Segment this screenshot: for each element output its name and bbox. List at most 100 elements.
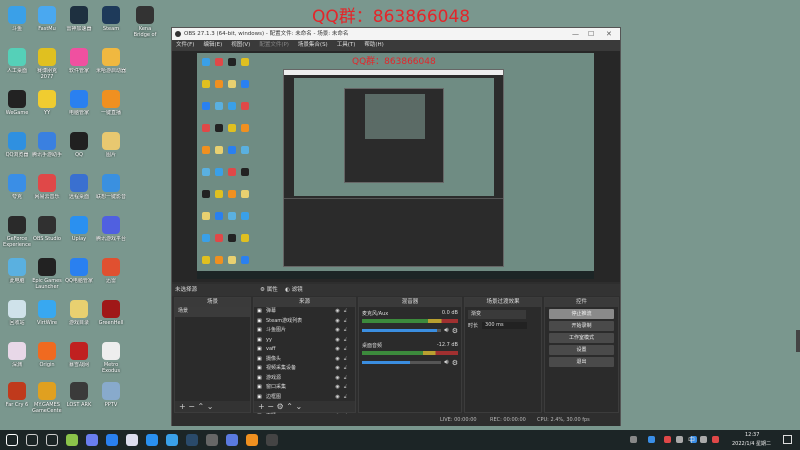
speaker-icon[interactable]: 🔊︎ [444, 326, 448, 335]
app-icon[interactable] [206, 434, 218, 446]
desktop-icon[interactable]: PPTV [96, 382, 126, 408]
settings-button[interactable]: 设置 [549, 345, 614, 355]
lock-icon[interactable]: 🔓︎ [344, 336, 347, 346]
source-item[interactable]: ▣ 斗鱼图片 ◉ 🔓︎ [254, 326, 355, 336]
desktop-icon[interactable]: 暴雪战网 [64, 342, 94, 368]
lock-icon[interactable]: 🔓︎ [344, 326, 347, 336]
visibility-eye-icon[interactable]: ◉ [335, 336, 339, 346]
minimize-button[interactable]: — [572, 28, 579, 40]
visibility-eye-icon[interactable]: ◉ [335, 383, 339, 393]
desktop-icon[interactable]: Far Cry 6 [2, 382, 32, 408]
ime-indicator[interactable]: 中 [688, 435, 695, 445]
visibility-eye-icon[interactable]: ◉ [335, 374, 339, 384]
tray-icon[interactable] [700, 436, 707, 443]
visibility-eye-icon[interactable]: ◉ [335, 317, 339, 327]
speaker-icon[interactable]: 🔊︎ [444, 358, 448, 367]
source-item[interactable]: ▣ 视频采集设备 ◉ 🔓︎ [254, 364, 355, 374]
exit-button[interactable]: 退出 [549, 357, 614, 367]
desktop-icon[interactable]: 腾讯游戏平台 [96, 216, 126, 242]
clock-time[interactable]: 12:37 [745, 432, 759, 438]
desktop-icon[interactable]: 网易云音乐 [32, 174, 62, 200]
clock-date[interactable]: 2022/1/4 星期二 [732, 440, 771, 447]
start-icon[interactable] [6, 434, 18, 446]
lock-icon[interactable]: 🔓︎ [344, 307, 347, 317]
desktop-icon[interactable]: 一键直播 [96, 90, 126, 116]
scrollbar-handle[interactable] [796, 330, 800, 352]
desktop-icon[interactable]: 回收站 [2, 300, 32, 326]
menu-file[interactable]: 文件(F) [176, 40, 194, 51]
scene-item[interactable]: 场景 [175, 307, 250, 317]
menu-view[interactable]: 视图(V) [231, 40, 250, 51]
visibility-eye-icon[interactable]: ◉ [335, 355, 339, 365]
tray-icon[interactable] [648, 436, 655, 443]
volume-slider[interactable] [362, 361, 442, 364]
search-icon[interactable] [26, 434, 38, 446]
desktop-icon[interactable]: YY [32, 90, 62, 116]
studio-mode-button[interactable]: 工作室模式 [549, 333, 614, 343]
desktop-icon[interactable]: 斗鱼 [2, 6, 32, 32]
task-view-icon[interactable] [46, 434, 58, 446]
source-settings-icon[interactable]: ⚙ [277, 402, 287, 411]
desktop-icon[interactable]: 软件管家 [64, 48, 94, 74]
app-icon[interactable] [66, 434, 78, 446]
desktop-icon[interactable]: Epic Games Launcher [32, 258, 62, 290]
desktop-icon[interactable]: LOST ARK [64, 382, 94, 408]
desktop-icon[interactable]: 远程桌面 [64, 174, 94, 200]
desktop-icon[interactable]: MY.GAMES GameCenter [32, 382, 62, 414]
menu-edit[interactable]: 编辑(E) [203, 40, 222, 51]
lock-icon[interactable]: 🔓︎ [344, 317, 347, 327]
desktop-icon[interactable]: GreenHell [96, 300, 126, 326]
desktop-icon[interactable]: 夸克 [2, 174, 32, 200]
tray-icon[interactable] [676, 436, 683, 443]
source-item[interactable]: ▣ Steam游戏列表 ◉ 🔓︎ [254, 317, 355, 327]
visibility-eye-icon[interactable]: ◉ [335, 345, 339, 355]
desktop-icon[interactable]: Steam [96, 6, 126, 32]
start-recording-button[interactable]: 开始录制 [549, 321, 614, 331]
properties-button[interactable]: ⚙ 属性 [260, 284, 278, 296]
lock-icon[interactable]: 🔓︎ [344, 355, 347, 365]
obs-icon[interactable] [266, 434, 278, 446]
tray-icon[interactable] [630, 436, 637, 443]
remove-scene-button[interactable]: − [188, 402, 197, 411]
desktop-icon[interactable]: 腾讯手游助手 [32, 132, 62, 158]
preview-canvas[interactable]: QQ群：863866048 [197, 53, 594, 279]
move-down-button[interactable]: ⌄ [207, 402, 214, 411]
desktop-icon[interactable]: 赛博朋克2077 [32, 48, 62, 80]
remove-source-button[interactable]: − [267, 402, 276, 411]
desktop-icon[interactable]: GeForce Experience [2, 216, 32, 248]
desktop-icon[interactable]: VirtWire [32, 300, 62, 326]
visibility-eye-icon[interactable]: ◉ [335, 326, 339, 336]
desktop-icon[interactable]: 电脑管家 [64, 90, 94, 116]
move-down-button[interactable]: ⌄ [295, 402, 302, 411]
desktop-icon[interactable]: 联想一键影音 [96, 174, 126, 200]
app-icon[interactable] [86, 434, 98, 446]
desktop-icon[interactable]: QQ浏览器 [2, 132, 32, 158]
desktop-icon[interactable]: Uplay [64, 216, 94, 242]
source-item[interactable]: ▣ vaff ◉ 🔓︎ [254, 345, 355, 355]
close-button[interactable]: ✕ [606, 28, 612, 40]
app-icon[interactable] [226, 434, 238, 446]
app-icon[interactable] [126, 434, 138, 446]
menu-help[interactable]: 帮助(H) [364, 40, 383, 51]
notification-icon[interactable] [783, 435, 792, 444]
stop-streaming-button[interactable]: 停止推流 [549, 309, 614, 319]
desktop-icon[interactable]: FastMu [32, 6, 62, 32]
desktop-icon[interactable]: 人工桌面 [2, 48, 32, 74]
desktop-icon[interactable]: QQ电脑管家 [64, 258, 94, 284]
visibility-eye-icon[interactable]: ◉ [335, 364, 339, 374]
desktop-icon[interactable]: WeGame [2, 90, 32, 116]
add-source-button[interactable]: + [258, 402, 267, 411]
tray-icon[interactable] [664, 436, 671, 443]
menu-scene-collection[interactable]: 场景集合(S) [298, 40, 328, 51]
lock-icon[interactable]: 🔓︎ [344, 383, 347, 393]
duration-input[interactable]: 300 ms [482, 322, 528, 329]
volume-slider[interactable] [362, 329, 442, 332]
lock-icon[interactable]: 🔓︎ [344, 364, 347, 374]
desktop-icon[interactable]: 游戏目录 [64, 300, 94, 326]
desktop-icon[interactable]: 图片 [96, 132, 126, 158]
source-item[interactable]: ▣ 游戏源 ◉ 🔓︎ [254, 374, 355, 384]
transition-select[interactable]: 渐变 [468, 310, 526, 319]
desktop-icon[interactable]: QQ [64, 132, 94, 158]
app-icon[interactable] [246, 434, 258, 446]
app-icon[interactable] [166, 434, 178, 446]
